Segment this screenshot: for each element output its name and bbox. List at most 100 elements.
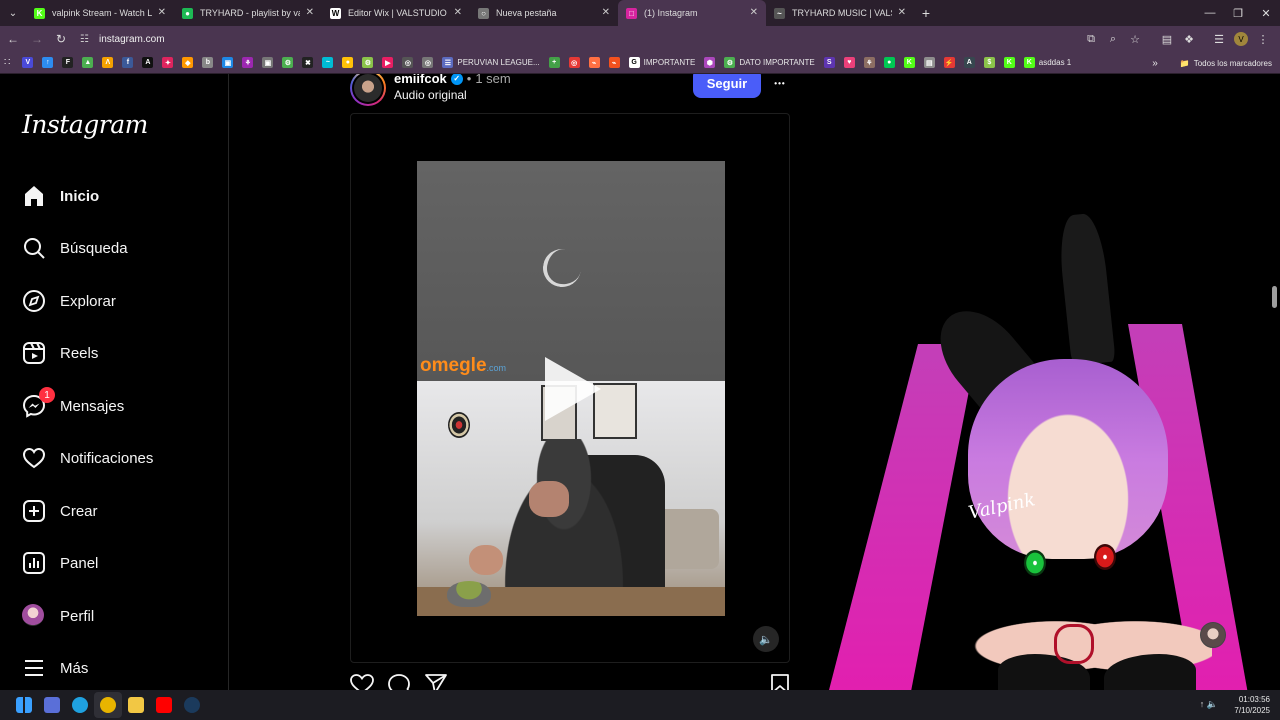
bookmark-item[interactable]: ✖ [302, 57, 314, 68]
nav-item-mensajes[interactable]: 1 Mensajes [22, 387, 124, 422]
post-author-avatar[interactable] [350, 74, 386, 106]
browser-tab[interactable]: Kvalpink Stream - Watch Live on ✕ [26, 0, 174, 26]
share-icon[interactable] [424, 674, 448, 690]
all-bookmarks-button[interactable]: Todos los marcadores [1194, 59, 1272, 68]
bookmark-item[interactable]: G IMPORTANTE [628, 57, 695, 68]
bookmark-item[interactable]: f [122, 57, 134, 68]
play-icon[interactable] [545, 357, 601, 421]
side-panel-icon[interactable]: ☰ [1208, 29, 1230, 49]
bookmark-item[interactable]: A [963, 57, 975, 68]
comment-icon[interactable] [387, 674, 411, 690]
profile-avatar[interactable]: V [1234, 32, 1248, 46]
nav-item-inicio[interactable]: Inicio [22, 180, 99, 212]
bookmark-item[interactable]: ⚙ [362, 57, 374, 68]
tab-close-icon[interactable]: ✕ [898, 7, 906, 18]
bookmark-item[interactable]: ⬢ [704, 57, 716, 68]
bookmark-item[interactable]: ◆ [182, 57, 194, 68]
browser-menu-icon[interactable]: ⋮ [1252, 29, 1274, 49]
tab-close-icon[interactable]: ✕ [750, 7, 758, 18]
browser-tab[interactable]: ○ Nueva pestaña ✕ [470, 0, 618, 26]
browser-tab[interactable]: ~ TRYHARD MUSIC | VALSTUDIO ✕ [766, 0, 914, 26]
taskbar-app-button[interactable] [38, 692, 66, 718]
instagram-logo[interactable]: Instagram [22, 110, 148, 139]
nav-item-reels[interactable]: Reels [22, 337, 98, 369]
tab-close-icon[interactable]: ✕ [454, 7, 462, 18]
restore-button[interactable]: ❐ [1224, 0, 1252, 26]
system-tray[interactable]: ↑ 🔈 [1200, 699, 1218, 710]
like-heart-icon[interactable] [350, 674, 374, 690]
nav-item-perfil[interactable]: Perfil [22, 600, 94, 632]
site-info-icon[interactable]: ☷ [80, 34, 89, 45]
reload-button[interactable]: ↻ [50, 28, 72, 50]
bookmark-item[interactable]: ~ [322, 57, 334, 68]
bookmark-item[interactable]: ⌁ [588, 57, 600, 68]
browser-tab[interactable]: ● TRYHARD - playlist by valpink | ✕ [174, 0, 322, 26]
bookmark-item[interactable]: K [903, 57, 915, 68]
floating-avatar[interactable] [1200, 622, 1226, 648]
taskbar-chrome-button[interactable] [94, 692, 122, 718]
bookmark-item[interactable]: ✦ [162, 57, 174, 68]
bookmark-item[interactable]: ♥ [843, 57, 855, 68]
bookmark-item[interactable]: ☰ PERUVIAN LEAGUE... [442, 57, 540, 68]
url-field[interactable]: ☷ instagram.com [80, 29, 1136, 49]
taskbar-youtube-button[interactable] [150, 692, 178, 718]
nav-item-mas[interactable]: Más [22, 652, 88, 684]
bookmarks-overflow-button[interactable]: » [1152, 58, 1158, 69]
bookmark-item[interactable]: ● [883, 57, 895, 68]
bookmark-item[interactable]: ▣ [262, 57, 274, 68]
bookmark-item[interactable]: V [22, 57, 34, 68]
bookmark-item[interactable]: Λ [102, 57, 114, 68]
tab-close-icon[interactable]: ✕ [602, 7, 610, 18]
nav-item-crear[interactable]: Crear [22, 495, 98, 527]
tab-list-button[interactable]: ⌄ [0, 0, 26, 26]
bookmark-star-icon[interactable]: ☆ [1124, 29, 1146, 49]
bookmark-item[interactable]: b [202, 57, 214, 68]
bookmark-item[interactable]: ▲ [82, 57, 94, 68]
tab-close-icon[interactable]: ✕ [158, 7, 166, 18]
bookmark-item[interactable]: ⚘ [863, 57, 875, 68]
bookmark-item[interactable]: ▤ [923, 57, 935, 68]
extensions-icon[interactable]: ❖ [1178, 29, 1200, 49]
taskbar-steam-button[interactable] [178, 692, 206, 718]
bookmark-item[interactable]: ↑ [42, 57, 54, 68]
install-app-icon[interactable]: ⧉ [1080, 29, 1102, 49]
bookmark-item[interactable]: ⚙ DATO IMPORTANTE [724, 57, 815, 68]
bookmark-item[interactable]: ◎ [422, 57, 434, 68]
bookmark-item[interactable]: ⌁ [608, 57, 620, 68]
bookmark-item[interactable]: A [142, 57, 154, 68]
bookmark-item[interactable]: ⚡ [943, 57, 955, 68]
taskbar-edge-button[interactable] [66, 692, 94, 718]
close-window-button[interactable]: ✕ [1252, 0, 1280, 26]
more-options-icon[interactable]: ••• [770, 74, 790, 96]
bookmark-item[interactable]: ◎ [402, 57, 414, 68]
post-media[interactable]: omegle.com 🔈 [350, 113, 790, 663]
post-time[interactable]: 1 sem [475, 74, 510, 86]
forward-button[interactable]: → [26, 28, 48, 50]
apps-grid-icon[interactable]: ∷ [4, 57, 10, 68]
bookmark-item[interactable]: $ [983, 57, 995, 68]
minimize-button[interactable]: — [1196, 0, 1224, 26]
post-audio-link[interactable]: Audio original [394, 88, 467, 102]
save-bookmark-icon[interactable] [768, 674, 792, 690]
zoom-icon[interactable]: ⌕ [1102, 29, 1124, 49]
url-text[interactable]: instagram.com [99, 34, 165, 45]
bookmark-item[interactable]: ▣ [222, 57, 234, 68]
video-player[interactable]: omegle.com [417, 161, 725, 616]
post-username[interactable]: emiifcok [394, 74, 447, 86]
sound-toggle-icon[interactable]: 🔈 [753, 626, 779, 652]
bookmark-item[interactable]: Kasddas 1 [1023, 57, 1071, 68]
bookmark-item[interactable]: ⚙ [282, 57, 294, 68]
bookmark-item[interactable]: ● [342, 57, 354, 68]
bookmark-item[interactable]: ◎ [568, 57, 580, 68]
bookmark-item[interactable]: K [1003, 57, 1015, 68]
follow-button[interactable]: Seguir [693, 74, 761, 98]
nav-item-notificaciones[interactable]: Notificaciones [22, 442, 153, 474]
clock[interactable]: 01:03:56 7/10/2025 [1234, 694, 1270, 716]
bookmark-item[interactable]: ⚘ [242, 57, 254, 68]
back-button[interactable]: ← [2, 28, 24, 50]
new-tab-button[interactable]: + [914, 5, 938, 21]
nav-item-busqueda[interactable]: Búsqueda [22, 232, 128, 264]
taskbar-file-explorer-button[interactable] [122, 692, 150, 718]
scrollbar-thumb[interactable] [1272, 286, 1277, 308]
bookmark-item[interactable]: F [62, 57, 74, 68]
